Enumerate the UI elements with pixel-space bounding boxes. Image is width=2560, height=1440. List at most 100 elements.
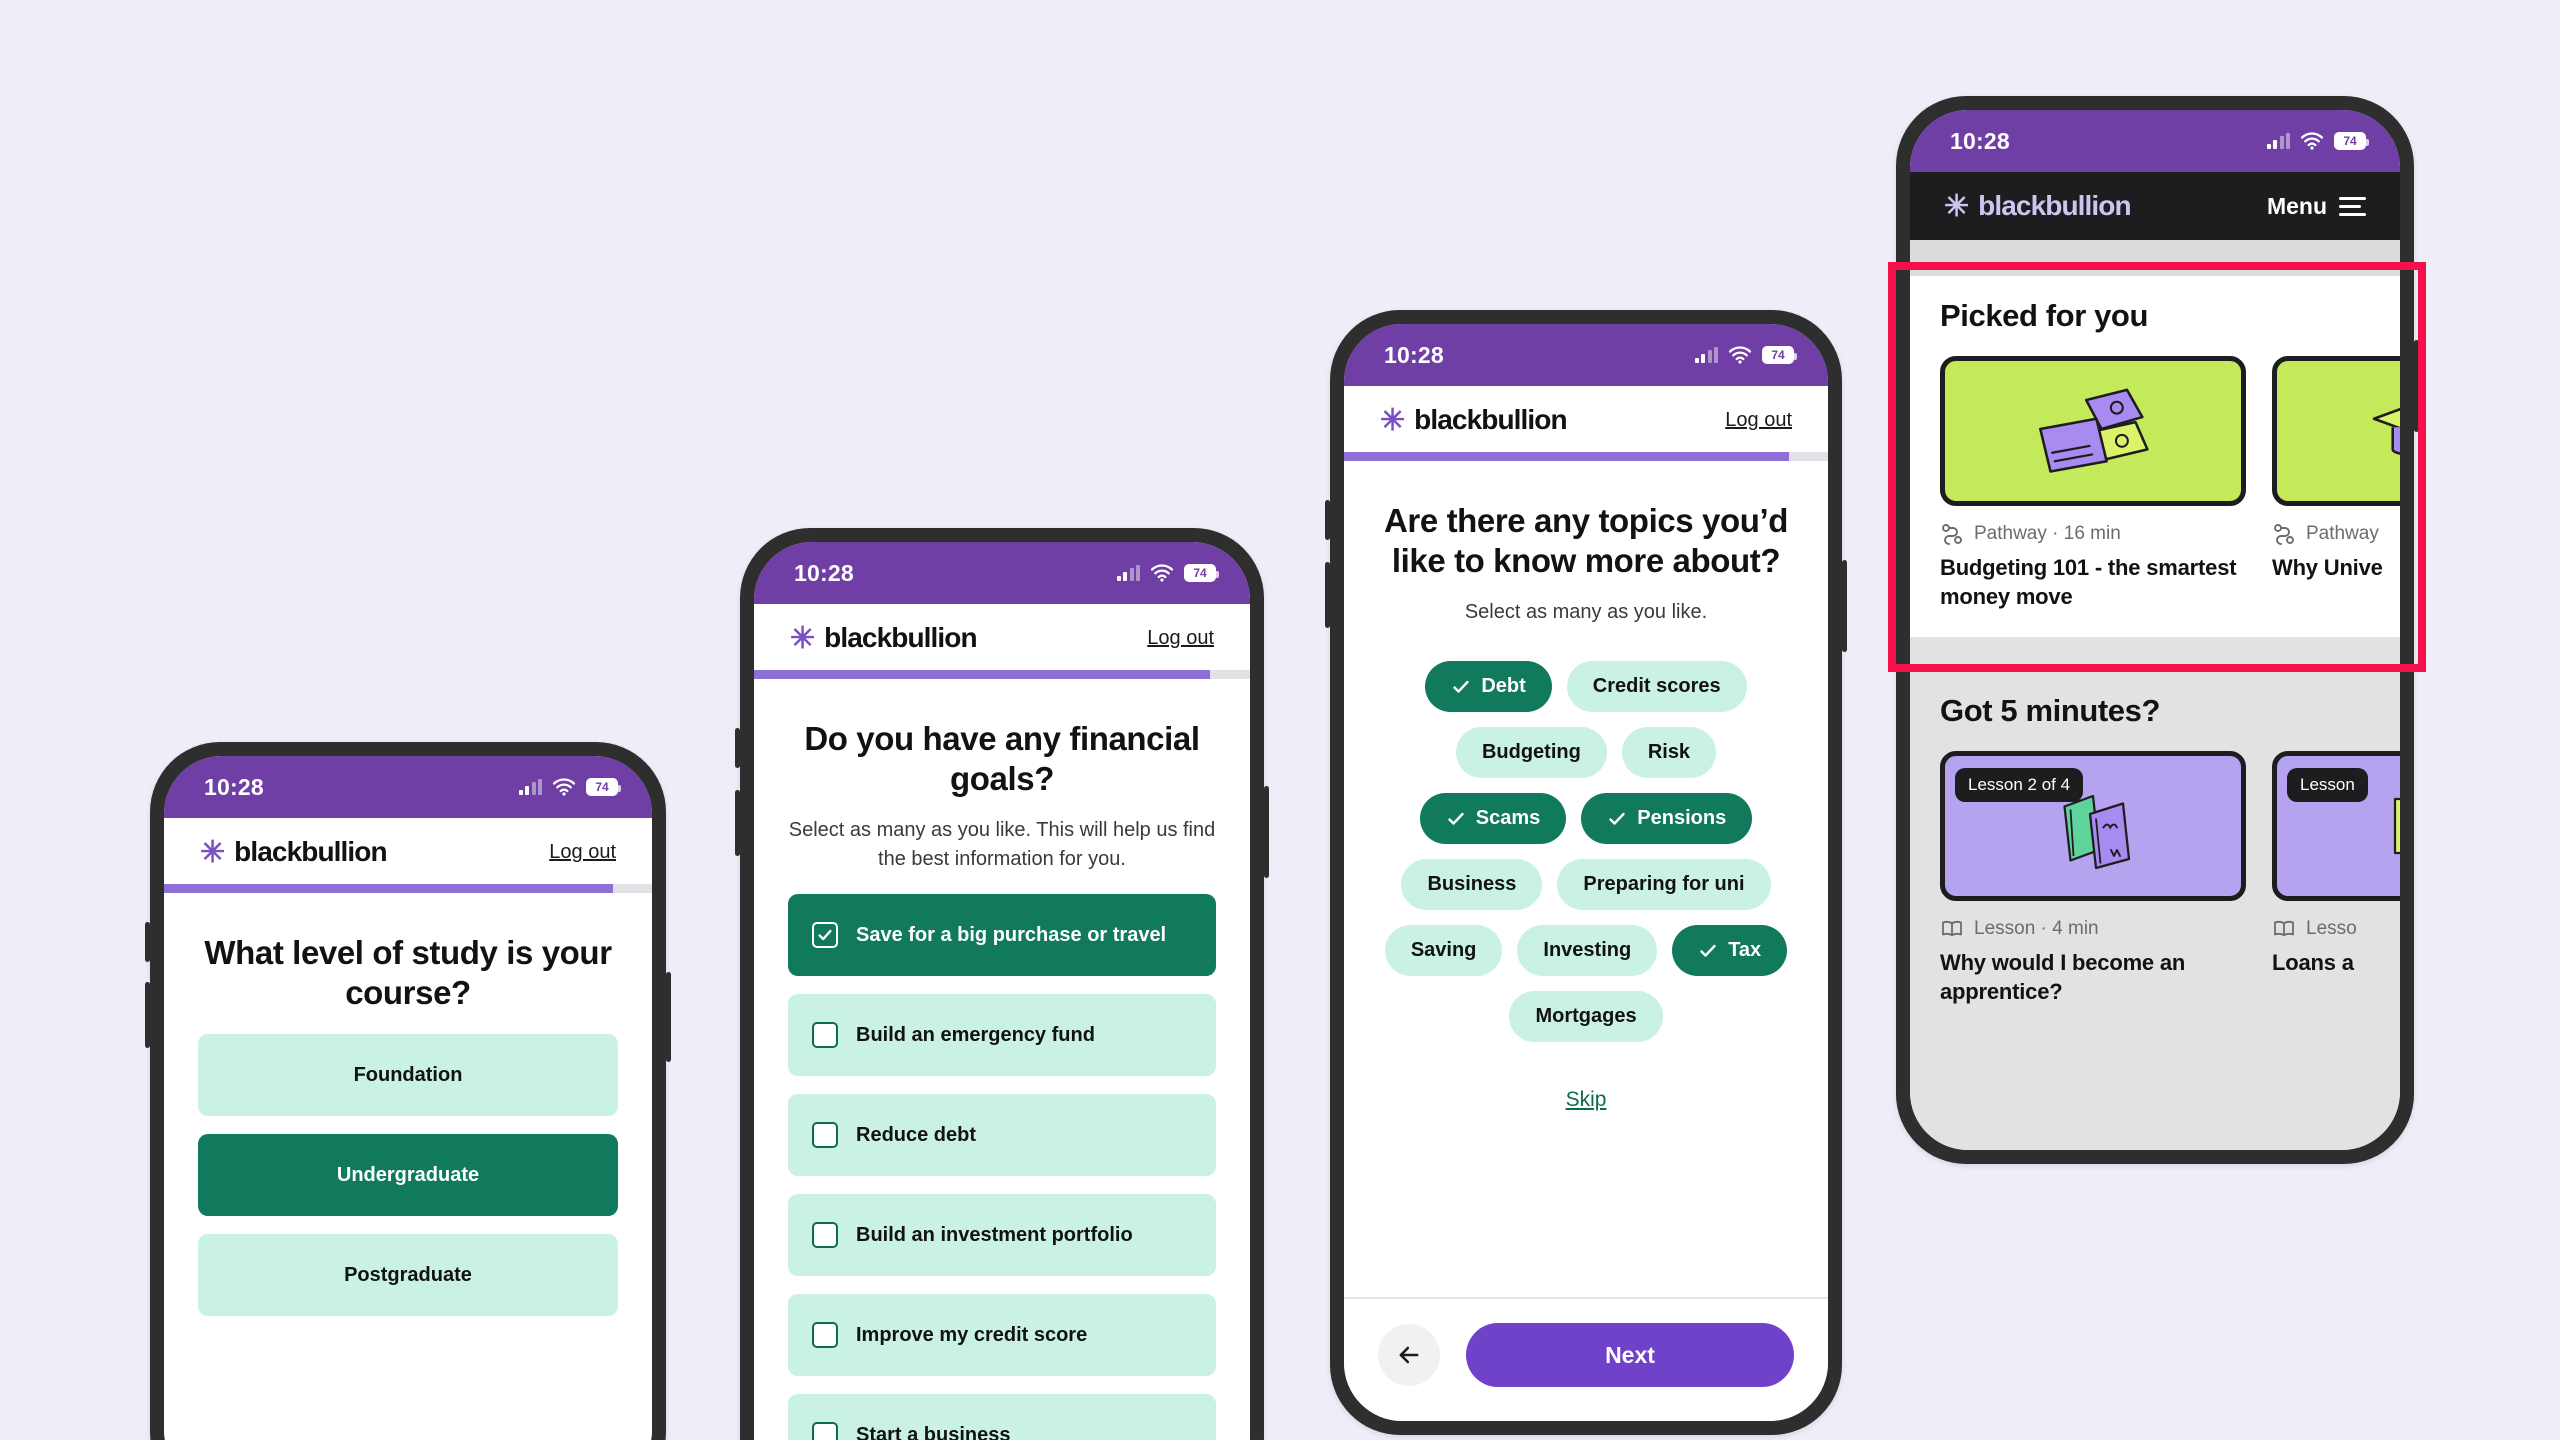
checkbox-icon	[812, 1022, 838, 1049]
topic-pill-pensions[interactable]: Pensions	[1581, 793, 1753, 845]
card-title: Why would I become an apprentice?	[1940, 950, 2186, 1004]
topic-pill-saving[interactable]: Saving	[1384, 925, 1503, 977]
volume-up-button[interactable]	[1891, 281, 1896, 321]
menu-button[interactable]: Menu	[2267, 193, 2366, 220]
book-icon	[1942, 921, 1962, 937]
card-meta: Lesso	[2272, 917, 2400, 941]
card-rail[interactable]: Pathway · 16 min Budgeting 101 - the sma…	[1940, 356, 2400, 611]
goal-option-label: Start a business	[856, 1423, 1011, 1440]
topic-pill-business[interactable]: Business	[1401, 859, 1543, 911]
power-button[interactable]	[1264, 786, 1269, 878]
card-meta: Pathway	[2272, 522, 2400, 546]
option-label: Postgraduate	[344, 1263, 472, 1286]
pathway-card[interactable]: Pathway · 16 min Budgeting 101 - the sma…	[1940, 356, 2246, 611]
volume-up-button[interactable]	[735, 728, 740, 768]
volume-up-button[interactable]	[145, 922, 150, 962]
app-header: ✳ blackbullion Log out	[754, 604, 1250, 670]
card-title: Loans a	[2272, 950, 2354, 976]
topic-pill-group: Debt Credit scores Budgeting Risk Scams …	[1378, 661, 1794, 1043]
card-meta: Pathway · 16 min	[1940, 522, 2246, 546]
signal-bars-icon	[1116, 565, 1140, 581]
card-thumbnail-books: Lesson 2 of 4	[1940, 751, 2246, 902]
goal-option-reduce-debt[interactable]: Reduce debt	[788, 1094, 1216, 1177]
card-meta: Lesson · 4 min	[1940, 917, 2246, 941]
volume-up-button[interactable]	[1325, 500, 1330, 540]
question-title: Are there any topics you’d like to know …	[1383, 502, 1789, 579]
checkbox-icon	[812, 1422, 838, 1440]
signal-bars-icon	[2266, 133, 2290, 149]
option-foundation[interactable]: Foundation	[198, 1034, 618, 1117]
option-undergraduate[interactable]: Undergraduate	[198, 1134, 618, 1217]
topic-pill-mortgages[interactable]: Mortgages	[1509, 991, 1663, 1043]
question-subtitle: Select as many as you like. This will he…	[788, 819, 1216, 871]
goal-option-start-business[interactable]: Start a business	[788, 1394, 1216, 1440]
next-button-label: Next	[1605, 1341, 1655, 1368]
wifi-icon	[552, 778, 576, 796]
topic-pill-debt[interactable]: Debt	[1425, 661, 1552, 713]
topic-pill-scams[interactable]: Scams	[1419, 793, 1567, 845]
book-icon	[2274, 921, 2294, 937]
logout-link[interactable]: Log out	[1147, 627, 1214, 650]
power-button[interactable]	[666, 972, 671, 1062]
goal-option-credit-score[interactable]: Improve my credit score	[788, 1294, 1216, 1377]
topic-pill-credit-scores[interactable]: Credit scores	[1566, 661, 1747, 713]
pathway-card[interactable]: Pathway Why Unive	[2272, 356, 2400, 611]
brand-logo[interactable]: ✳ blackbullion	[790, 622, 978, 654]
wizard-footer: Next	[1344, 1297, 1828, 1421]
goal-option-label: Save for a big purchase or travel	[856, 923, 1167, 946]
goal-option-investment-portfolio[interactable]: Build an investment portfolio	[788, 1194, 1216, 1277]
brand-logo[interactable]: ✳ blackbullion	[1380, 404, 1568, 437]
lesson-card[interactable]: Lesson 2 of 4 Lesson · 4 min Why would I…	[1940, 751, 2246, 1006]
card-rail[interactable]: Lesson 2 of 4 Lesson · 4 min Why would I…	[1940, 751, 2400, 1006]
status-bar: 10:28 74	[754, 542, 1250, 604]
question-body: Do you have any financial goals? Select …	[754, 679, 1250, 1440]
topic-pill-label: Risk	[1647, 741, 1691, 764]
asterisk-icon: ✳	[1380, 404, 1406, 437]
topic-pill-budgeting[interactable]: Budgeting	[1455, 727, 1607, 779]
goal-option-label: Build an investment portfolio	[856, 1223, 1133, 1246]
power-button[interactable]	[1842, 560, 1847, 652]
question-body: Are there any topics you’d like to know …	[1344, 461, 1828, 1297]
volume-down-button[interactable]	[1891, 342, 1896, 408]
back-button[interactable]	[1378, 1324, 1440, 1386]
app-header: ✳ blackbullion Log out	[164, 818, 652, 884]
checkbox-checked-icon	[812, 922, 838, 949]
logout-link[interactable]: Log out	[1725, 409, 1792, 432]
topic-pill-label: Credit scores	[1592, 675, 1721, 698]
card-meta-label: Pathway · 16 min	[1974, 523, 2121, 544]
topic-pill-investing[interactable]: Investing	[1517, 925, 1658, 977]
card-title: Why Unive	[2272, 555, 2383, 580]
volume-down-button[interactable]	[145, 982, 150, 1048]
section-picked-for-you: Picked for you Pathway · 16 min Budgetin…	[1910, 276, 2400, 638]
brand-name: blackbullion	[234, 836, 387, 867]
battery-icon: 74	[586, 778, 621, 796]
goal-option-label: Improve my credit score	[856, 1323, 1088, 1346]
battery-icon: 74	[2334, 132, 2369, 150]
topic-pill-risk[interactable]: Risk	[1621, 727, 1717, 779]
signal-bars-icon	[518, 779, 542, 795]
skip-link[interactable]: Skip	[1378, 1088, 1794, 1112]
logout-link[interactable]: Log out	[549, 841, 616, 864]
arrow-left-icon	[1399, 1346, 1419, 1364]
brand-name: blackbullion	[1414, 404, 1567, 435]
topic-pill-preparing-for-uni[interactable]: Preparing for uni	[1557, 859, 1771, 911]
card-thumbnail-note: Lesson	[2272, 751, 2400, 902]
lesson-card[interactable]: Lesson Lesso Loans a	[2272, 751, 2400, 1006]
lesson-progress-badge: Lesson	[2287, 768, 2368, 803]
volume-down-button[interactable]	[735, 790, 740, 856]
volume-down-button[interactable]	[1325, 562, 1330, 628]
question-title: What level of study is your course?	[204, 934, 612, 1011]
phone-financial-goals: 10:28 74 ✳ blackbullion Log out Do you h…	[735, 528, 1269, 1440]
option-postgraduate[interactable]: Postgraduate	[198, 1234, 618, 1317]
goal-option-save-for-purchase[interactable]: Save for a big purchase or travel	[788, 894, 1216, 977]
goal-option-emergency-fund[interactable]: Build an emergency fund	[788, 994, 1216, 1077]
topic-pill-tax[interactable]: Tax	[1672, 925, 1788, 977]
brand-logo[interactable]: ✳ blackbullion	[200, 836, 388, 868]
onboarding-progress-bar	[1344, 452, 1828, 461]
topic-pill-label: Preparing for uni	[1583, 873, 1745, 896]
battery-level: 74	[2343, 134, 2357, 148]
next-button[interactable]: Next	[1466, 1323, 1794, 1387]
header-spacer	[1910, 240, 2400, 276]
power-button[interactable]	[2414, 340, 2419, 432]
brand-logo[interactable]: ✳ blackbullion	[1944, 190, 2132, 222]
